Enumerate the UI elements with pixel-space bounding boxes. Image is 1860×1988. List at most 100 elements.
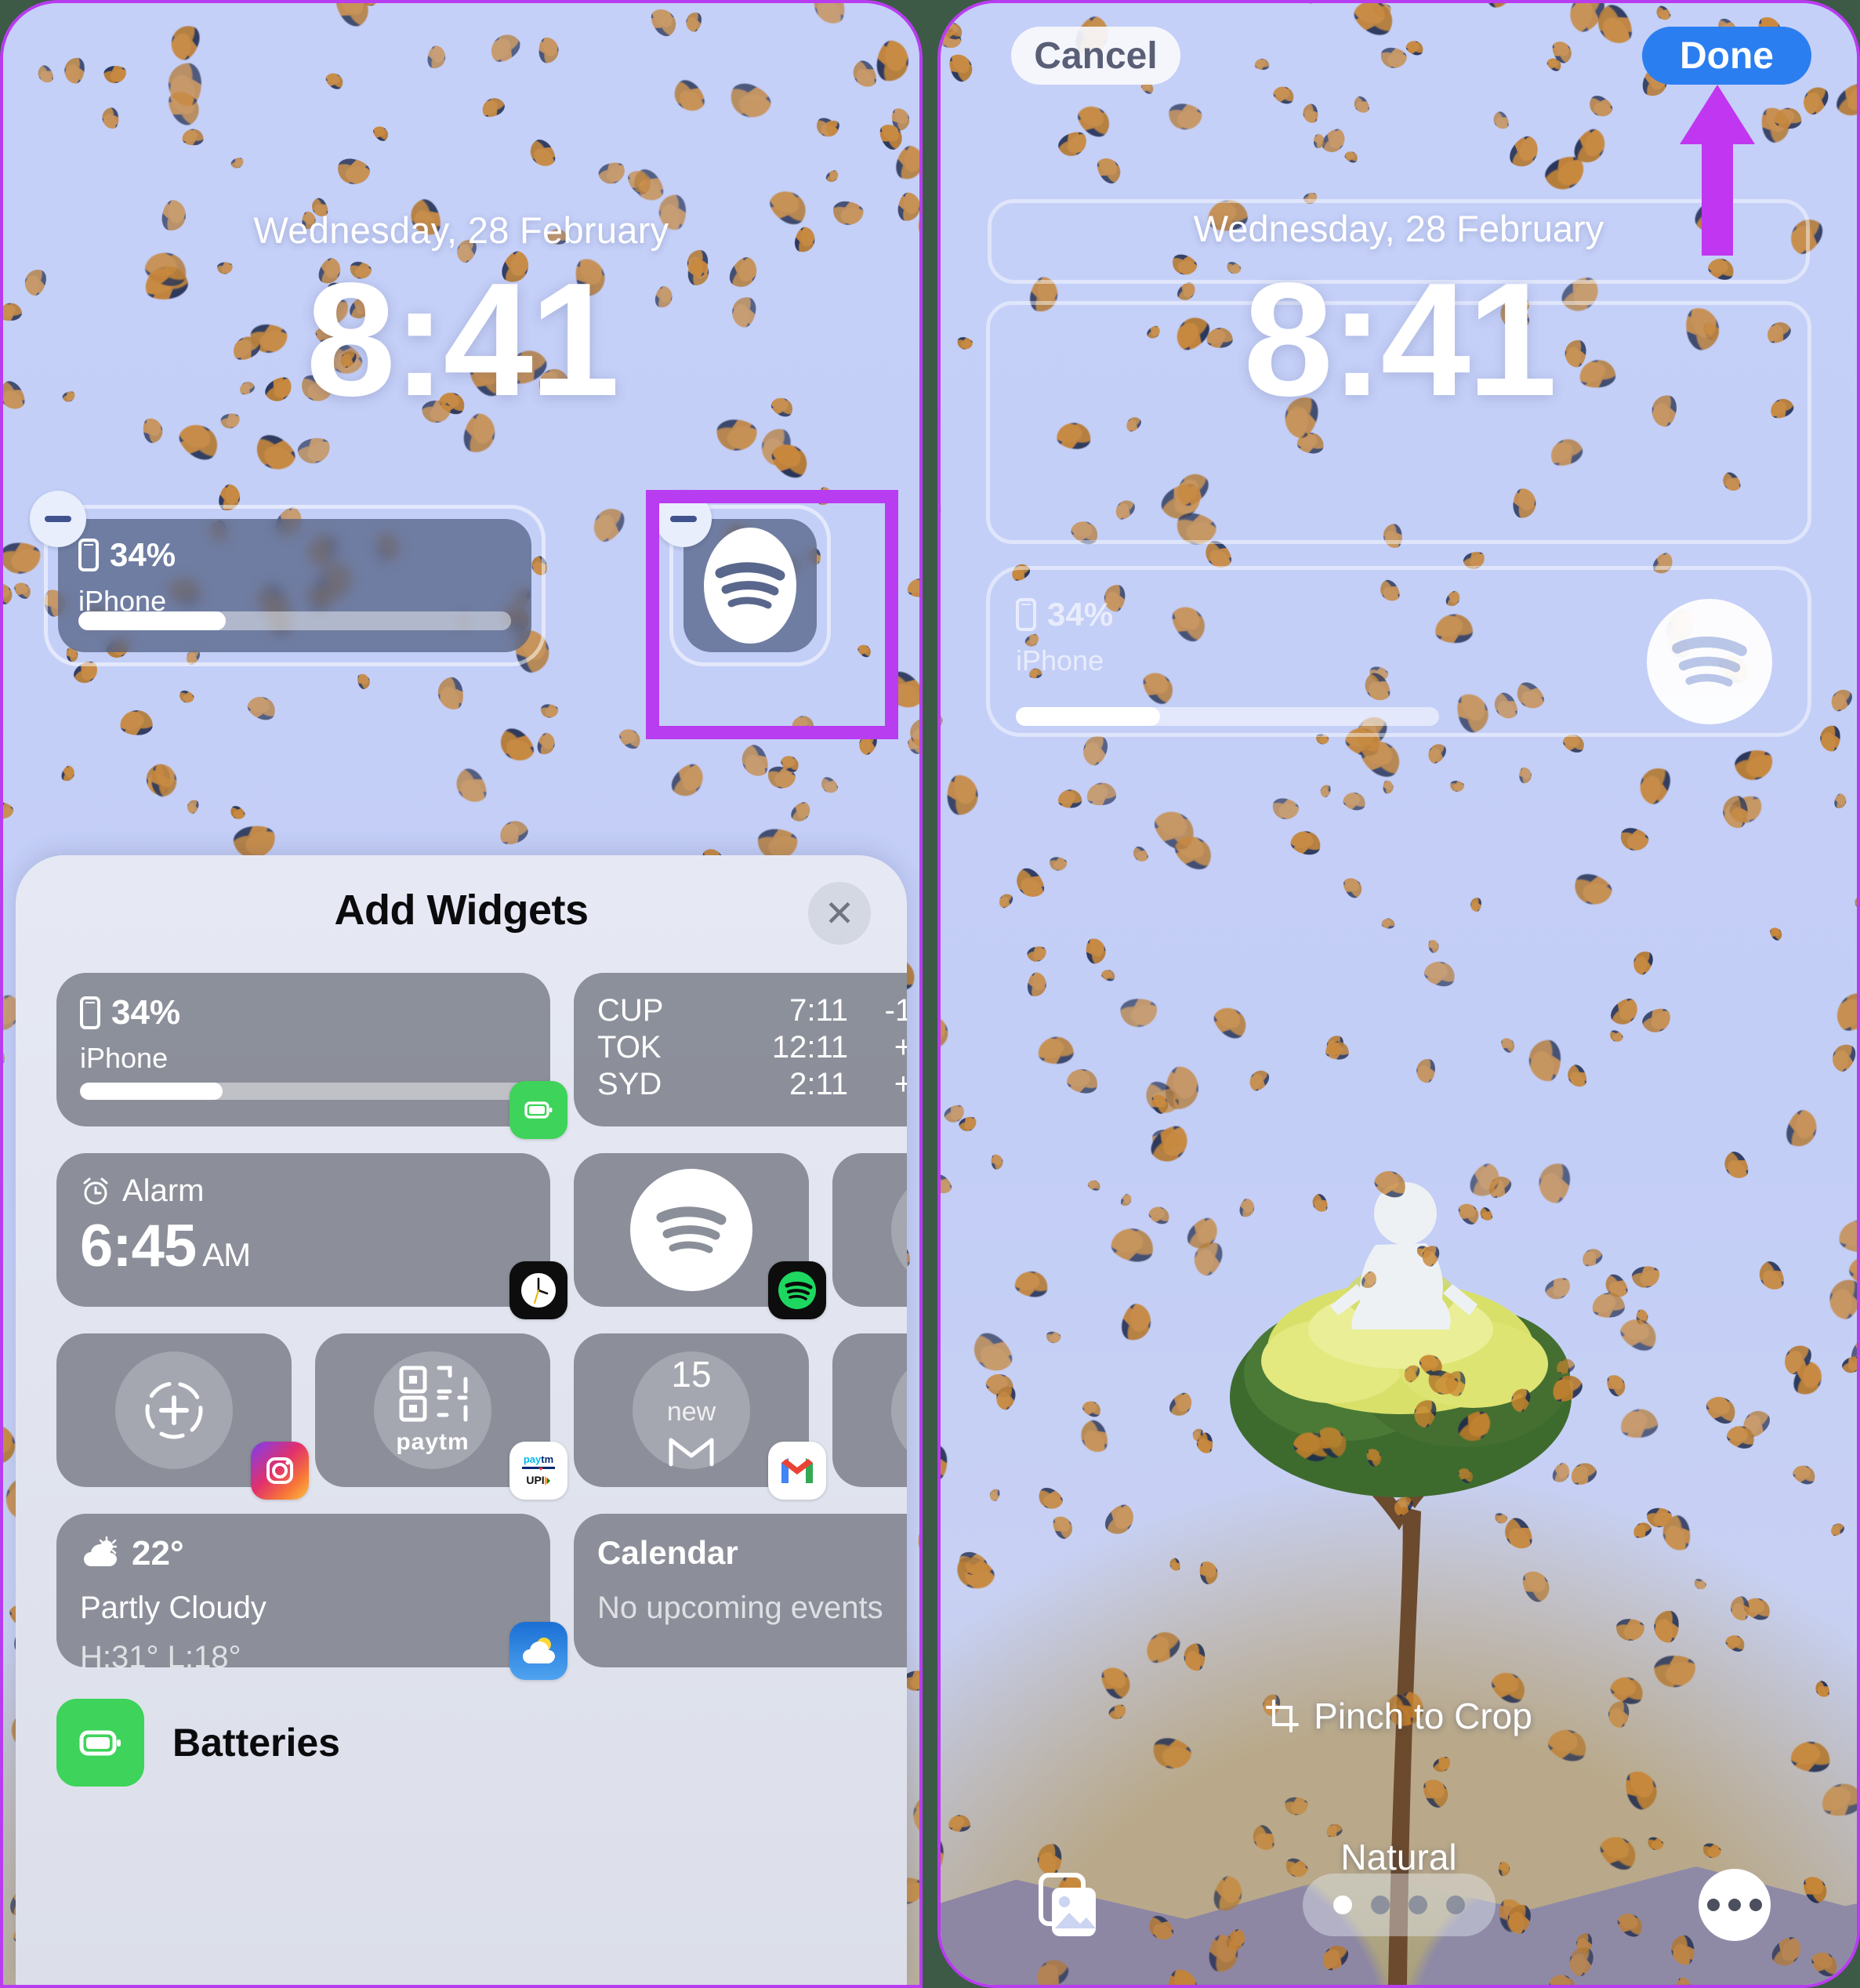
close-icon[interactable]: ✕ (808, 882, 871, 945)
clock-offset: +5:30 (848, 1067, 907, 1102)
right-phone-screen: Cancel Done Wednesday, 28 February 8:41 … (937, 0, 1860, 1988)
weather-app-icon (509, 1622, 567, 1680)
battery-progress-bar (1016, 707, 1439, 726)
done-button[interactable]: Done (1642, 27, 1811, 85)
wallpaper-toolbar (941, 1866, 1857, 1952)
clock-row: SYD 2:11 +5:30 (597, 1067, 907, 1102)
world-clock-tile[interactable]: CUP 7:11 -13:30 TOK 12:11 +3:30 SYD (574, 973, 907, 1126)
batteries-app-icon (509, 1081, 567, 1139)
weather-tile[interactable]: 22° Partly Cloudy H:31° L:18° (56, 1514, 567, 1680)
map-pin-search-icon (891, 1171, 907, 1289)
clock-time: 7:11 (789, 993, 848, 1028)
screenshot-root: Wednesday, 28 February 8:41 34% iPhone A… (0, 0, 1860, 1988)
more-options-icon[interactable] (1699, 1869, 1771, 1941)
gmail-unread-label: new (666, 1396, 716, 1427)
gmail-tile[interactable]: 15 new (574, 1333, 826, 1500)
clock-offset: -13:30 (884, 993, 907, 1028)
battery-percent: 34% (110, 536, 176, 573)
sheet-title: Add Widgets (334, 887, 589, 934)
alarm-time: 6:45 (80, 1213, 197, 1279)
wallpaper-page-dots[interactable] (1302, 1874, 1496, 1936)
spotify-app-icon (768, 1261, 826, 1319)
clock-time: 12:11 (771, 1030, 848, 1065)
page-dot[interactable] (1370, 1895, 1390, 1914)
widget-row: Alarm 6:45 AM (56, 1153, 907, 1319)
iphone-battery-icon (1016, 598, 1036, 631)
paytm-caption: paytm (396, 1429, 470, 1455)
left-phone-screen: Wednesday, 28 February 8:41 34% iPhone A… (0, 0, 923, 1988)
battery-percent: 34% (1047, 596, 1114, 633)
calendar-subtitle: No upcoming events (597, 1591, 883, 1625)
alarm-label: Alarm (122, 1174, 205, 1208)
sheet-section-footer[interactable]: Batteries (16, 1667, 907, 1787)
weather-condition: Partly Cloudy (80, 1591, 266, 1625)
sheet-header: Add Widgets ✕ (16, 855, 907, 965)
clock-offset: +3:30 (848, 1030, 907, 1065)
battery-device-label: iPhone (1016, 644, 1104, 677)
pointer-arrow-to-done (1680, 85, 1755, 256)
battery-header: 34% (1016, 596, 1113, 633)
cancel-button[interactable]: Cancel (1011, 27, 1180, 85)
maps-search-tile[interactable] (832, 1153, 907, 1307)
pinch-to-crop-label: Pinch to Crop (1314, 1696, 1532, 1736)
lock-time: 8:41 (1243, 249, 1557, 430)
svg-text:UPI: UPI (526, 1474, 544, 1486)
world-clock-list: CUP 7:11 -13:30 TOK 12:11 +3:30 SYD (597, 993, 907, 1102)
battery-device-label: iPhone (80, 1042, 169, 1074)
alarm-time-wrap: 6:45 AM (80, 1212, 527, 1280)
clock-time: 2:11 (789, 1067, 848, 1101)
sheet-section-label: Batteries (172, 1721, 340, 1765)
ghost-battery-widget: 34% iPhone (1016, 596, 1113, 677)
page-dot[interactable] (1445, 1895, 1465, 1914)
lock-time: 8:41 (306, 249, 619, 430)
weather-header: 22° (80, 1534, 527, 1573)
lock-date: Wednesday, 28 February (253, 209, 669, 251)
instagram-tile[interactable] (56, 1333, 309, 1500)
photo-library-icon[interactable] (1035, 1872, 1102, 1939)
alarm-tile[interactable]: Alarm 6:45 AM (56, 1153, 567, 1319)
spotify-widget-card[interactable] (683, 519, 817, 652)
alarm-meridiem: AM (202, 1236, 251, 1273)
spotify-tile[interactable] (574, 1153, 826, 1319)
clock-app-icon (509, 1261, 567, 1319)
phonepe-scan-tile[interactable]: प (832, 1333, 907, 1487)
alarm-header: Alarm (80, 1174, 527, 1209)
calendar-tile[interactable]: Calendar No upcoming events WED 28 (574, 1514, 907, 1667)
clock-city: TOK (597, 1030, 662, 1065)
alarm-clock-icon (83, 1177, 108, 1204)
spotify-icon (630, 1169, 752, 1291)
battery-progress-bar (78, 611, 511, 630)
widget-row: 22° Partly Cloudy H:31° L:18° Calendar N… (56, 1514, 907, 1680)
page-dot[interactable] (1332, 1895, 1352, 1914)
crop-icon (1266, 1700, 1300, 1732)
gmail-app-icon (768, 1442, 826, 1500)
weather-high-low: H:31° L:18° (80, 1640, 241, 1674)
gmail-m-icon (669, 1438, 714, 1466)
widget-row: 34% iPhone CUP 7:11 -1 (56, 973, 907, 1139)
partly-cloudy-icon (84, 1536, 118, 1566)
iphone-battery-icon (78, 539, 99, 571)
battery-header: 34% (80, 993, 527, 1032)
batteries-widget-card[interactable]: 34% iPhone (58, 519, 531, 652)
clock-row: TOK 12:11 +3:30 (597, 1030, 907, 1065)
battery-progress-bar (80, 1083, 527, 1100)
widget-row: paytm paytm UPI 15 new (56, 1333, 907, 1500)
clock-city: SYD (597, 1067, 662, 1101)
clock-row: CUP 7:11 -13:30 (597, 993, 907, 1028)
clock-city: CUP (597, 993, 664, 1028)
spotify-icon (704, 528, 796, 644)
battery-header: 34% (78, 536, 511, 574)
qr-code-icon: paytm (374, 1351, 491, 1469)
calendar-title: Calendar (597, 1534, 738, 1571)
page-dot[interactable] (1408, 1895, 1427, 1914)
add-story-icon (115, 1351, 233, 1469)
batteries-tile[interactable]: 34% iPhone (56, 973, 567, 1139)
iphone-battery-icon (80, 996, 100, 1029)
remove-batteries-widget-button[interactable] (30, 491, 86, 547)
lock-widget-spotify[interactable] (655, 491, 831, 666)
spotify-icon (1647, 599, 1772, 724)
lock-widget-batteries[interactable]: 34% iPhone (30, 491, 546, 666)
gmail-unread-count: 15 (671, 1353, 712, 1395)
remove-spotify-widget-button[interactable] (655, 491, 712, 547)
paytm-scan-tile[interactable]: paytm paytm UPI (315, 1333, 567, 1500)
